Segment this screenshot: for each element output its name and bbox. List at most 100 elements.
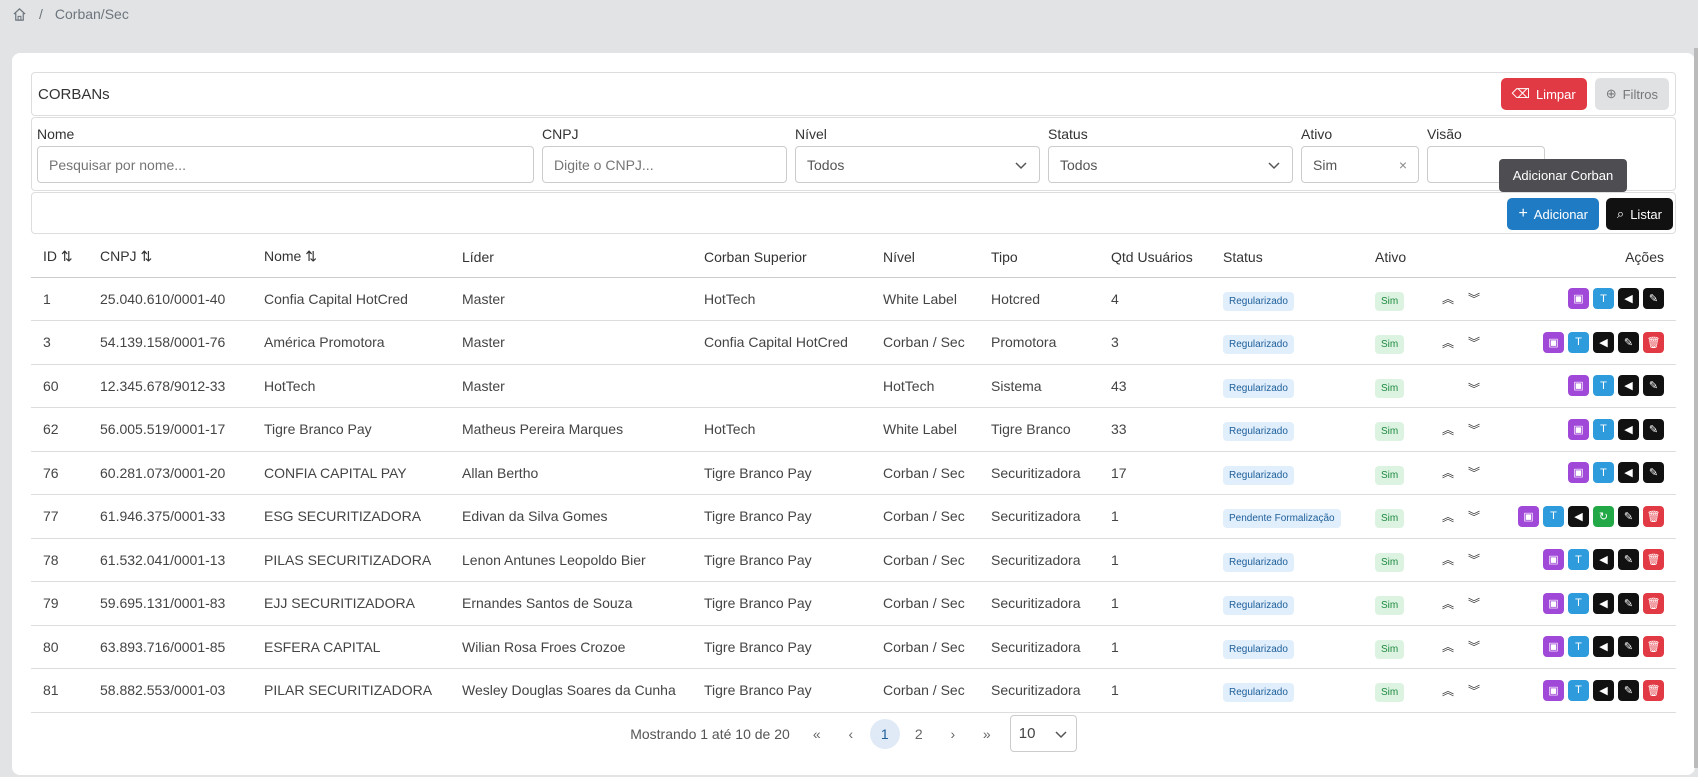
text-icon[interactable]: T (1593, 375, 1614, 397)
edit-icon[interactable]: ✎ (1618, 592, 1639, 614)
text-icon[interactable]: T (1568, 636, 1589, 658)
megaphone-icon[interactable]: ◀ (1568, 505, 1589, 527)
edit-icon[interactable]: ✎ (1643, 418, 1664, 440)
cell-ativo: Sim (1363, 364, 1429, 408)
cell-id: 76 (31, 451, 88, 495)
cell-nivel: White Label (871, 407, 979, 452)
megaphone-icon[interactable]: ◀ (1618, 418, 1639, 440)
image-icon[interactable]: ▣ (1543, 592, 1564, 614)
move-down-icon[interactable]: ︾ (1467, 421, 1481, 438)
move-up-icon[interactable]: ︽ (1441, 334, 1455, 351)
nome-input[interactable] (37, 146, 534, 183)
text-icon[interactable]: T (1593, 288, 1614, 310)
list-button[interactable]: ⌕ Listar (1605, 198, 1673, 230)
image-icon[interactable]: ▣ (1543, 549, 1564, 571)
page-1-button[interactable]: 1 (869, 718, 900, 749)
scrollbar[interactable] (1694, 48, 1698, 768)
first-page-button[interactable]: « (800, 718, 834, 750)
megaphone-icon[interactable]: ◀ (1593, 679, 1614, 701)
edit-icon[interactable]: ✎ (1643, 288, 1664, 310)
nivel-select[interactable]: Todos (795, 146, 1040, 183)
text-icon[interactable]: T (1568, 331, 1589, 353)
edit-icon[interactable]: ✎ (1618, 549, 1639, 571)
image-icon[interactable]: ▣ (1543, 331, 1564, 353)
last-page-button[interactable]: » (970, 718, 1004, 750)
page-2-button[interactable]: 2 (902, 718, 936, 750)
image-icon[interactable]: ▣ (1568, 288, 1589, 310)
move-down-icon[interactable]: ︾ (1467, 290, 1481, 307)
move-up-icon[interactable]: ︽ (1441, 508, 1455, 525)
edit-icon[interactable]: ✎ (1618, 505, 1639, 527)
move-up-icon[interactable]: ︽ (1441, 551, 1455, 568)
ativo-badge: Sim (1375, 335, 1405, 355)
text-icon[interactable]: T (1568, 679, 1589, 701)
move-down-icon[interactable]: ︾ (1467, 551, 1481, 568)
text-icon[interactable]: T (1593, 462, 1614, 484)
clear-x-icon[interactable]: × (1399, 157, 1407, 173)
cnpj-input[interactable] (542, 146, 787, 183)
move-up-icon[interactable]: ︽ (1441, 464, 1455, 481)
add-button[interactable]: + Adicionar (1507, 198, 1599, 230)
move-up-icon[interactable]: ︽ (1441, 290, 1455, 307)
move-down-icon[interactable]: ︾ (1467, 638, 1481, 655)
col-cnpj[interactable]: CNPJ ⇅ (88, 237, 252, 278)
megaphone-icon[interactable]: ◀ (1618, 375, 1639, 397)
image-icon[interactable]: ▣ (1568, 418, 1589, 440)
trash-icon[interactable]: 🗑 (1643, 549, 1664, 571)
move-down-icon[interactable]: ︾ (1467, 464, 1481, 481)
trash-icon[interactable]: 🗑 (1643, 505, 1664, 527)
trash-icon[interactable]: 🗑 (1643, 331, 1664, 353)
filters-button[interactable]: ⊕ Filtros (1594, 78, 1669, 110)
cell-tipo: Securitizadora (979, 625, 1099, 669)
ativo-filter: Ativo Sim × (1301, 126, 1419, 183)
cell-ativo: Sim (1363, 320, 1429, 365)
edit-icon[interactable]: ✎ (1618, 331, 1639, 353)
image-icon[interactable]: ▣ (1568, 462, 1589, 484)
cell-status: Regularizado (1211, 451, 1363, 495)
col-id[interactable]: ID ⇅ (31, 237, 88, 278)
move-up-icon[interactable]: ︽ (1441, 421, 1455, 438)
trash-icon[interactable]: 🗑 (1643, 636, 1664, 658)
megaphone-icon[interactable]: ◀ (1593, 549, 1614, 571)
home-icon[interactable] (12, 7, 27, 22)
refresh-icon[interactable]: ↻ (1593, 505, 1614, 527)
move-up-icon[interactable]: ︽ (1441, 682, 1455, 699)
move-down-icon[interactable]: ︾ (1467, 380, 1481, 397)
col-nome[interactable]: Nome ⇅ (252, 237, 450, 278)
image-icon[interactable]: ▣ (1518, 505, 1539, 527)
megaphone-icon[interactable]: ◀ (1618, 288, 1639, 310)
megaphone-icon[interactable]: ◀ (1618, 462, 1639, 484)
move-up-icon[interactable]: ︽ (1441, 638, 1455, 655)
trash-icon[interactable]: 🗑 (1643, 679, 1664, 701)
prev-page-button[interactable]: ‹ (834, 718, 868, 750)
text-icon[interactable]: T (1568, 592, 1589, 614)
move-down-icon[interactable]: ︾ (1467, 595, 1481, 612)
edit-icon[interactable]: ✎ (1618, 679, 1639, 701)
edit-icon[interactable]: ✎ (1643, 462, 1664, 484)
move-down-icon[interactable]: ︾ (1467, 508, 1481, 525)
ativo-badge: Sim (1375, 552, 1405, 572)
text-icon[interactable]: T (1593, 418, 1614, 440)
move-down-icon[interactable]: ︾ (1467, 682, 1481, 699)
trash-icon[interactable]: 🗑 (1643, 592, 1664, 614)
edit-icon[interactable]: ✎ (1618, 636, 1639, 658)
image-icon[interactable]: ▣ (1543, 636, 1564, 658)
ativo-select[interactable]: Sim × (1301, 146, 1419, 183)
page-size-select[interactable]: 10 (1009, 715, 1077, 752)
image-icon[interactable]: ▣ (1568, 375, 1589, 397)
text-icon[interactable]: T (1568, 549, 1589, 571)
next-page-button[interactable]: › (936, 718, 970, 750)
cell-cnpj: 54.139.158/0001-76 (88, 320, 252, 365)
text-icon[interactable]: T (1543, 505, 1564, 527)
edit-icon[interactable]: ✎ (1643, 375, 1664, 397)
megaphone-icon[interactable]: ◀ (1593, 331, 1614, 353)
status-select[interactable]: Todos (1048, 146, 1293, 183)
megaphone-icon[interactable]: ◀ (1593, 636, 1614, 658)
breadcrumb: / Corban/Sec (12, 6, 129, 22)
cell-id: 1 (31, 277, 88, 321)
image-icon[interactable]: ▣ (1543, 679, 1564, 701)
megaphone-icon[interactable]: ◀ (1593, 592, 1614, 614)
move-down-icon[interactable]: ︾ (1467, 334, 1481, 351)
clear-button[interactable]: ⌫ Limpar (1500, 78, 1587, 110)
move-up-icon[interactable]: ︽ (1441, 595, 1455, 612)
